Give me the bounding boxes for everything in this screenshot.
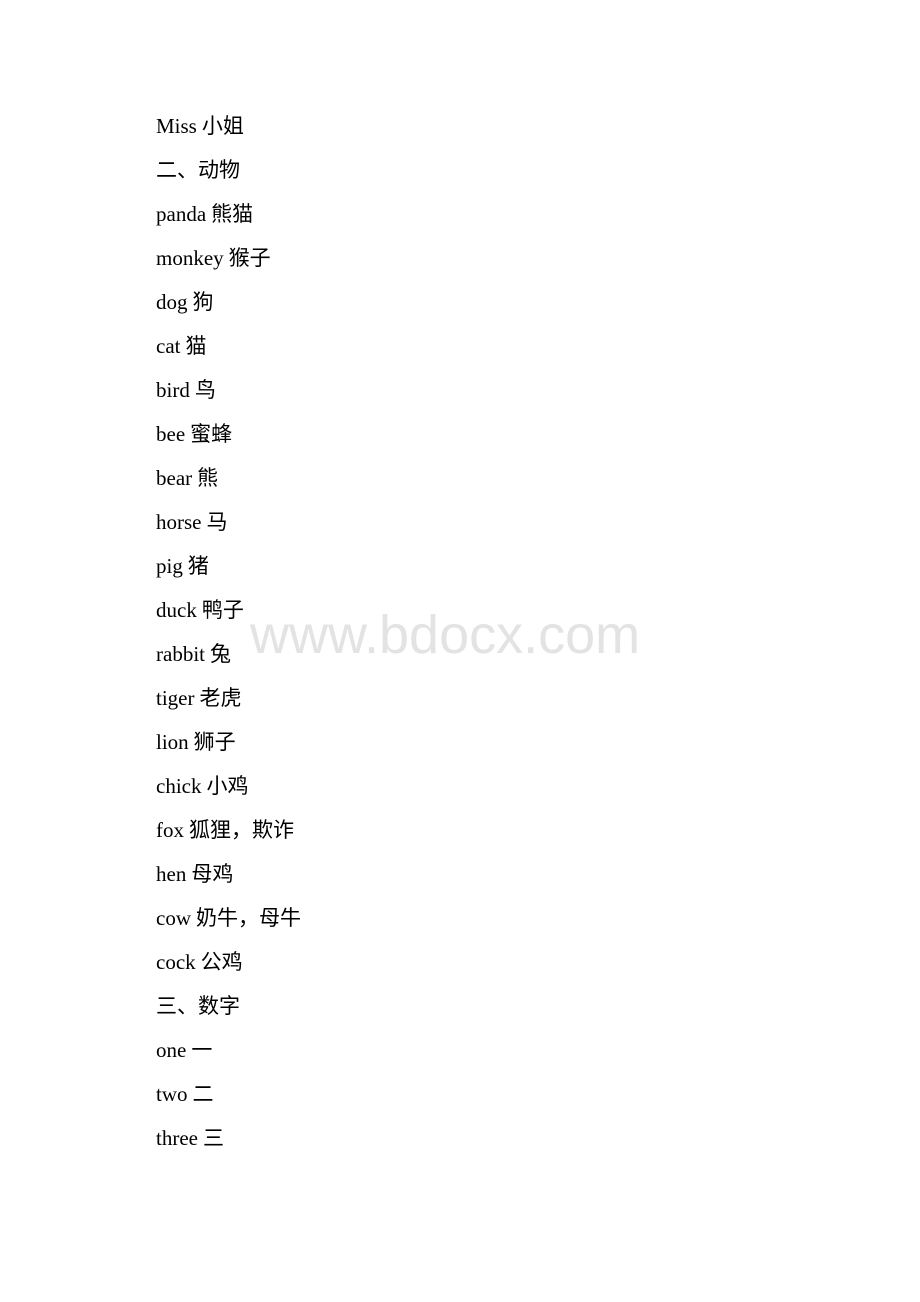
chinese-meaning: 小姐 xyxy=(201,114,244,138)
vocab-entry: horse 马 xyxy=(156,504,301,548)
chinese-meaning: 三 xyxy=(202,1126,224,1150)
english-word: bird xyxy=(156,378,190,402)
english-word: cock xyxy=(156,950,196,974)
section-heading: 二、动物 xyxy=(156,158,240,182)
vocab-entry: bear 熊 xyxy=(156,460,301,504)
vocab-entry: lion 狮子 xyxy=(156,724,301,768)
vocabulary-list: Miss 小姐 二、动物 panda 熊猫 monkey 猴子 dog 狗 cat 猫 b… xyxy=(156,108,301,1164)
chinese-meaning: 猴子 xyxy=(228,246,271,270)
vocab-entry: cow 奶牛，母牛 xyxy=(156,900,301,944)
english-word: Miss xyxy=(156,114,197,138)
vocab-entry: tiger 老虎 xyxy=(156,680,301,724)
english-word: two xyxy=(156,1082,188,1106)
watermark: www.bdocx.com xyxy=(250,605,641,665)
vocab-entry: Miss 小姐 xyxy=(156,108,301,152)
chinese-meaning: 马 xyxy=(206,510,228,534)
chinese-meaning: 狗 xyxy=(192,290,214,314)
english-word: three xyxy=(156,1126,198,1150)
chinese-meaning: 鸭子 xyxy=(201,598,244,622)
chinese-meaning: 狐狸，欺诈 xyxy=(189,818,294,842)
vocab-entry: monkey 猴子 xyxy=(156,240,301,284)
english-word: chick xyxy=(156,774,202,798)
chinese-meaning: 熊 xyxy=(197,466,219,490)
english-word: one xyxy=(156,1038,187,1062)
chinese-meaning: 猫 xyxy=(185,334,207,358)
vocab-entry: rabbit 兔 xyxy=(156,636,301,680)
chinese-meaning: 老虎 xyxy=(199,686,242,710)
chinese-meaning: 二 xyxy=(192,1082,214,1106)
vocab-entry: cock 公鸡 xyxy=(156,944,301,988)
vocab-entry: one 一 xyxy=(156,1032,301,1076)
chinese-meaning: 猪 xyxy=(187,554,209,578)
english-word: pig xyxy=(156,554,183,578)
english-word: dog xyxy=(156,290,188,314)
vocab-entry: pig 猪 xyxy=(156,548,301,592)
chinese-meaning: 奶牛，母牛 xyxy=(196,906,301,930)
vocab-entry: two 二 xyxy=(156,1076,301,1120)
vocab-entry: fox 狐狸，欺诈 xyxy=(156,812,301,856)
chinese-meaning: 兔 xyxy=(209,642,231,666)
chinese-meaning: 小鸡 xyxy=(206,774,249,798)
vocab-entry: three 三 xyxy=(156,1120,301,1164)
english-word: hen xyxy=(156,862,187,886)
english-word: cow xyxy=(156,906,191,930)
vocab-entry: cat 猫 xyxy=(156,328,301,372)
chinese-meaning: 鸟 xyxy=(194,378,216,402)
english-word: bear xyxy=(156,466,193,490)
english-word: tiger xyxy=(156,686,195,710)
chinese-meaning: 一 xyxy=(191,1038,213,1062)
vocab-entry: bee 蜜蜂 xyxy=(156,416,301,460)
english-word: rabbit xyxy=(156,642,205,666)
vocab-entry: duck 鸭子 xyxy=(156,592,301,636)
english-word: bee xyxy=(156,422,186,446)
section-heading: 三、数字 xyxy=(156,994,240,1018)
chinese-meaning: 母鸡 xyxy=(191,862,234,886)
vocab-entry: chick 小鸡 xyxy=(156,768,301,812)
english-word: monkey xyxy=(156,246,224,270)
english-word: cat xyxy=(156,334,181,358)
chinese-meaning: 蜜蜂 xyxy=(190,422,233,446)
english-word: lion xyxy=(156,730,189,754)
vocab-entry: bird 鸟 xyxy=(156,372,301,416)
vocab-entry: panda 熊猫 xyxy=(156,196,301,240)
vocab-entry: dog 狗 xyxy=(156,284,301,328)
english-word: duck xyxy=(156,598,197,622)
vocab-entry: hen 母鸡 xyxy=(156,856,301,900)
english-word: horse xyxy=(156,510,202,534)
document-page: Miss 小姐 二、动物 panda 熊猫 monkey 猴子 dog 狗 cat 猫 b… xyxy=(0,0,920,1302)
chinese-meaning: 狮子 xyxy=(193,730,236,754)
chinese-meaning: 熊猫 xyxy=(211,202,254,226)
english-word: fox xyxy=(156,818,184,842)
chinese-meaning: 公鸡 xyxy=(200,950,243,974)
english-word: panda xyxy=(156,202,207,226)
